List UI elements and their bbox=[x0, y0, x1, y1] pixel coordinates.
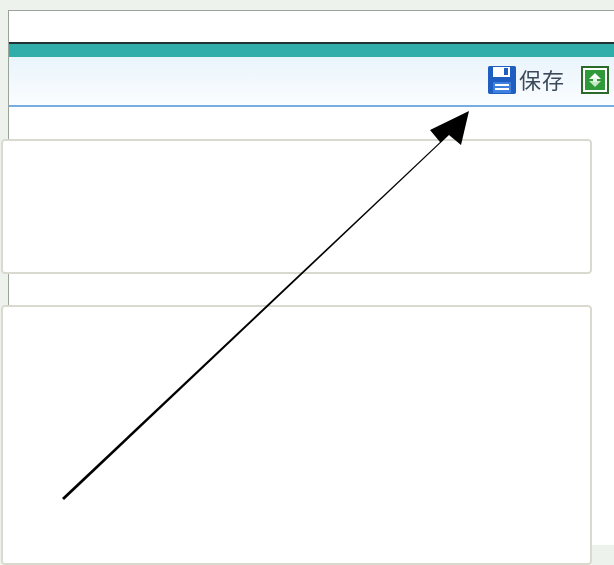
content-panel-bottom bbox=[1, 305, 592, 565]
app-window: 保存 bbox=[1, 10, 614, 565]
save-button[interactable]: 保存 bbox=[487, 65, 565, 95]
save-button-label: 保存 bbox=[519, 70, 566, 95]
refresh-icon[interactable] bbox=[581, 66, 609, 94]
floppy-disk-icon bbox=[488, 66, 516, 94]
toolbar: 保存 bbox=[9, 57, 614, 107]
header-strip bbox=[9, 42, 614, 57]
content-panel-top bbox=[1, 139, 592, 274]
